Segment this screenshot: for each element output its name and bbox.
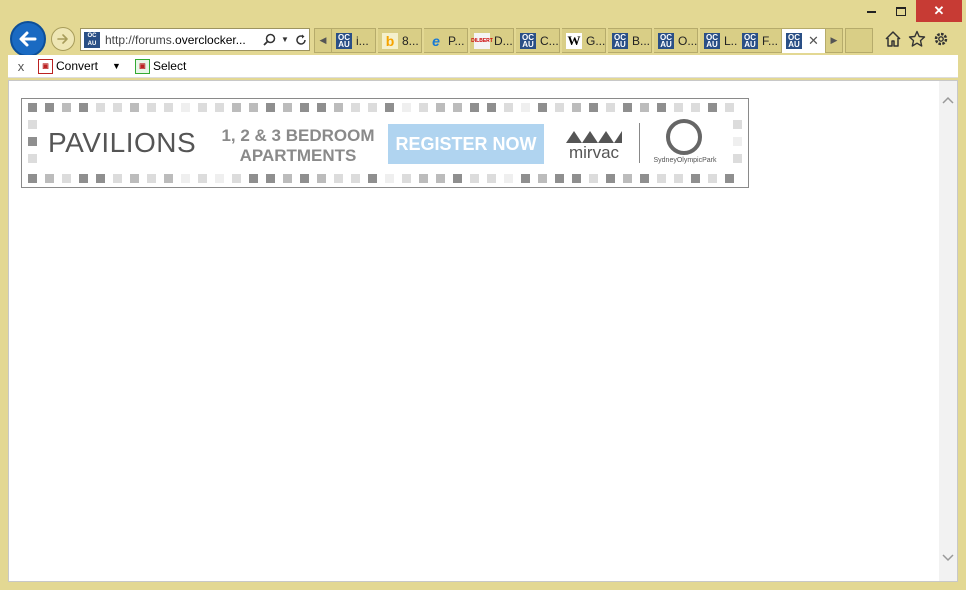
banner-dots-right	[733, 120, 742, 163]
convert-button[interactable]: ▣ Convert	[34, 58, 102, 74]
maximize-button[interactable]	[886, 0, 916, 22]
convert-label: Convert	[56, 59, 99, 73]
banner-dots-top	[28, 103, 734, 112]
minimize-icon	[866, 11, 876, 13]
tab-scroll-right[interactable]: ▶	[825, 28, 843, 53]
browser-window: ✕ OC AU http://forums.overclocker... ▼ ◀…	[0, 0, 966, 590]
page-content: PAVILIONS 1, 2 & 3 BEDROOM APARTMENTS RE…	[8, 80, 958, 582]
tab-3[interactable]: e P...	[424, 28, 468, 53]
banner-dots-left	[28, 120, 37, 163]
convert-dropdown-icon[interactable]: ▼	[112, 61, 121, 71]
search-icon[interactable]	[261, 32, 277, 48]
maximize-icon	[896, 6, 906, 16]
sydney-olympic-park-logo-icon	[666, 119, 702, 155]
tab-label: 8...	[402, 33, 419, 48]
back-button[interactable]	[10, 21, 46, 57]
back-arrow-icon	[19, 31, 37, 47]
select-icon: ▣	[134, 58, 150, 74]
tab-2[interactable]: b 8...	[378, 28, 422, 53]
close-icon: ✕	[933, 3, 945, 18]
command-bar: x ▣ Convert ▼ ▣ Select	[8, 55, 958, 78]
site-favicon: OC AU	[84, 31, 100, 48]
forward-arrow-icon	[57, 34, 68, 44]
window-close-button[interactable]: ✕	[916, 0, 962, 22]
url-prefix: http://forums.	[105, 32, 176, 47]
home-icon[interactable]	[883, 29, 903, 49]
url-text[interactable]: http://forums.overclocker...	[100, 33, 261, 47]
scroll-down-icon[interactable]	[939, 549, 957, 567]
minimize-button[interactable]	[856, 0, 886, 22]
url-domain: overclocker...	[175, 32, 246, 47]
oc-au-icon: OC AU	[520, 32, 536, 49]
forward-button[interactable]	[51, 27, 75, 51]
tab-scroll-left[interactable]: ◀	[314, 28, 332, 53]
tab-active[interactable]: OC AU ✕	[782, 28, 826, 53]
tab-label: B...	[632, 33, 651, 48]
tab-label: i...	[356, 33, 369, 48]
select-button[interactable]: ▣ Select	[131, 58, 190, 74]
select-label: Select	[152, 59, 187, 73]
scroll-up-icon[interactable]	[939, 91, 957, 109]
tab-label: C...	[540, 33, 559, 48]
banner-subtitle-line2: APARTMENTS	[239, 146, 357, 165]
gear-icon[interactable]	[931, 29, 951, 49]
oc-au-icon: OC AU	[612, 32, 628, 49]
banner-dots-bottom	[28, 174, 734, 183]
mirvac-brand: mirvac	[568, 143, 620, 162]
banner-title: PAVILIONS	[48, 127, 197, 158]
tab-label: D...	[494, 33, 513, 48]
tab-label: O...	[678, 33, 697, 48]
bing-icon: b	[382, 32, 398, 49]
dropdown-arrow-icon[interactable]: ▼	[277, 32, 293, 48]
tab-4[interactable]: DILBERT D...	[470, 28, 514, 53]
address-bar[interactable]: OC AU http://forums.overclocker... ▼	[80, 28, 310, 51]
oc-au-icon: OC AU	[336, 32, 352, 49]
banner-subtitle: 1, 2 & 3 BEDROOM APARTMENTS	[214, 126, 382, 166]
oc-au-icon: OC AU	[704, 32, 720, 49]
tab-label: G...	[586, 33, 605, 48]
tab-close-icon[interactable]: ✕	[808, 33, 819, 49]
refresh-icon[interactable]	[293, 32, 309, 48]
tab-label: F...	[762, 33, 779, 48]
chevron-left-icon: ◀	[319, 35, 327, 45]
oc-au-icon: OC AU	[786, 33, 802, 49]
command-bar-close-icon[interactable]: x	[8, 59, 34, 74]
tab-6[interactable]: W G...	[562, 28, 606, 53]
tab-7[interactable]: OC AU B...	[608, 28, 652, 53]
banner-divider	[639, 123, 640, 163]
ie-icon: e	[432, 32, 440, 49]
tab-5[interactable]: OC AU C...	[516, 28, 560, 53]
partner-name: SydneyOlympicPark	[653, 157, 717, 164]
dilbert-icon: DILBERT	[471, 32, 493, 49]
oc-au-icon: OC AU	[742, 32, 758, 49]
tab-label: P...	[448, 33, 465, 48]
banner-ad[interactable]: PAVILIONS 1, 2 & 3 BEDROOM APARTMENTS RE…	[21, 98, 749, 188]
favorites-star-icon[interactable]	[907, 29, 927, 49]
register-now-button[interactable]: REGISTER NOW	[388, 124, 544, 164]
wikipedia-icon: W	[566, 32, 582, 49]
oc-au-icon: OC AU	[658, 32, 674, 49]
tab-10[interactable]: OC AU F...	[738, 28, 782, 53]
banner-subtitle-line1: 1, 2 & 3 BEDROOM	[221, 126, 375, 145]
vertical-scrollbar[interactable]	[939, 81, 957, 581]
pdf-icon: ▣	[38, 58, 53, 74]
tab-1[interactable]: OC AU i...	[332, 28, 376, 53]
tab-8[interactable]: OC AU O...	[654, 28, 698, 53]
chevron-right-icon: ▶	[830, 35, 838, 45]
new-tab-button[interactable]	[845, 28, 873, 53]
